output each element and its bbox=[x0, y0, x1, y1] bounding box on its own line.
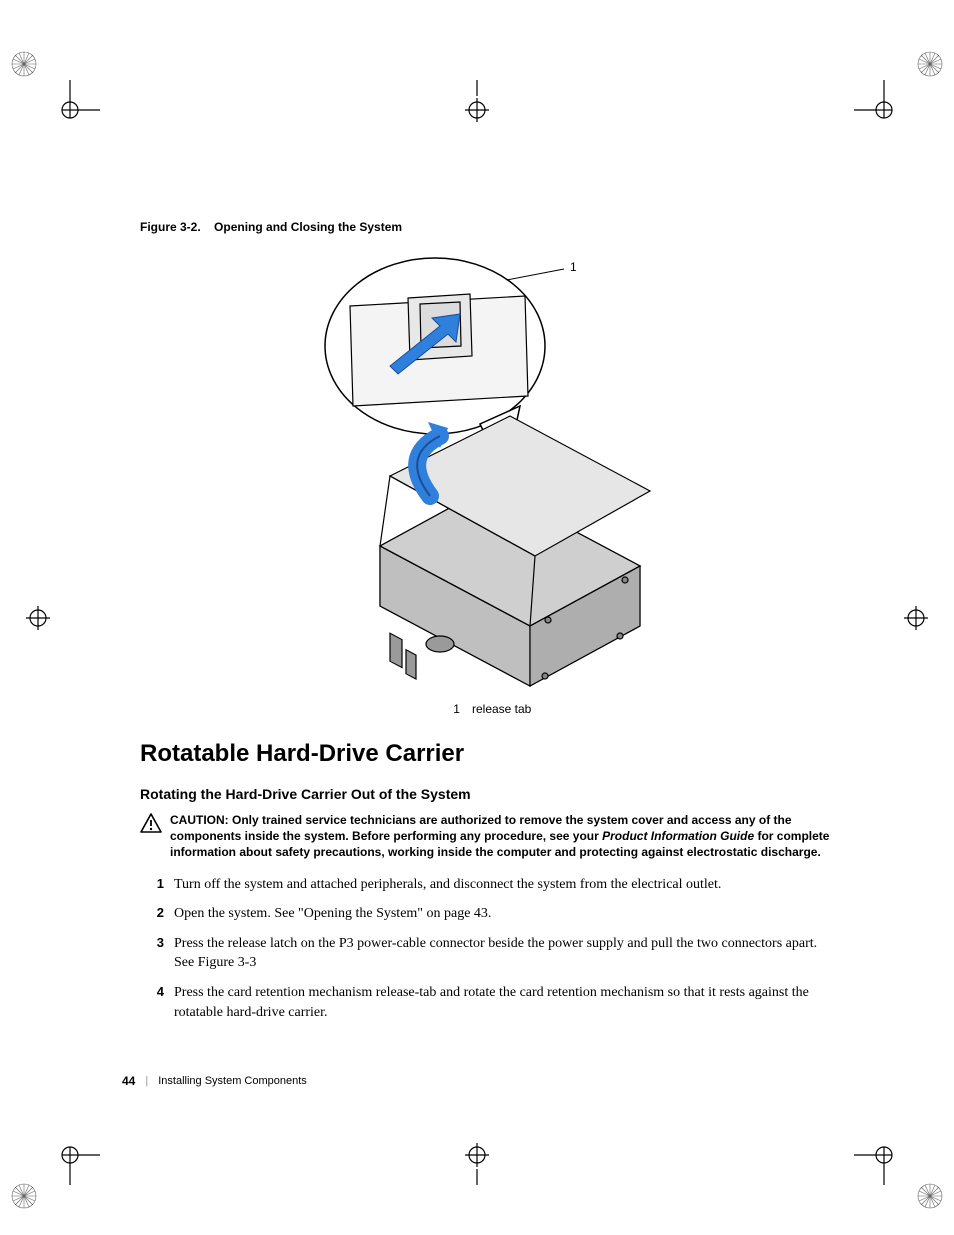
step-text: Press the card retention mechanism relea… bbox=[174, 985, 809, 1020]
subsection-heading: Rotating the Hard-Drive Carrier Out of t… bbox=[140, 786, 836, 802]
figure-caption: Figure 3-2. Opening and Closing the Syst… bbox=[140, 220, 836, 234]
step-item: 2 Open the system. See "Opening the Syst… bbox=[140, 904, 836, 924]
starburst-icon bbox=[10, 50, 38, 78]
section-heading: Rotatable Hard-Drive Carrier bbox=[140, 740, 836, 768]
page-content: Figure 3-2. Opening and Closing the Syst… bbox=[140, 220, 836, 1032]
legend-text: release tab bbox=[472, 702, 531, 716]
caution-text: CAUTION: Only trained service technician… bbox=[170, 812, 836, 861]
step-item: 1 Turn off the system and attached perip… bbox=[140, 875, 836, 895]
starburst-icon bbox=[916, 1182, 944, 1210]
crop-mark-icon bbox=[8, 588, 68, 648]
step-item: 4 Press the card retention mechanism rel… bbox=[140, 983, 836, 1022]
step-number: 3 bbox=[140, 934, 164, 952]
crop-mark-icon bbox=[40, 1125, 100, 1185]
product-information-guide: Product Information Guide bbox=[602, 829, 754, 843]
page-number: 44 bbox=[122, 1074, 135, 1088]
starburst-icon bbox=[10, 1182, 38, 1210]
step-item: 3 Press the release latch on the P3 powe… bbox=[140, 934, 836, 973]
crop-mark-icon bbox=[447, 80, 507, 140]
footer-separator: | bbox=[145, 1075, 148, 1087]
crop-mark-icon bbox=[854, 80, 914, 140]
crop-mark-icon bbox=[854, 1125, 914, 1185]
caution-triangle-icon bbox=[140, 812, 170, 838]
figure-title: Opening and Closing the System bbox=[214, 220, 402, 234]
page-footer: 44 | Installing System Components bbox=[122, 1074, 307, 1088]
system-opening-illustration bbox=[320, 246, 660, 696]
figure-legend: 1 release tab bbox=[140, 702, 836, 716]
step-text: Turn off the system and attached periphe… bbox=[174, 877, 721, 892]
crop-mark-icon bbox=[886, 588, 946, 648]
figure-illustration: 1 bbox=[140, 246, 836, 696]
step-number: 4 bbox=[140, 983, 164, 1001]
starburst-icon bbox=[916, 50, 944, 78]
step-number: 2 bbox=[140, 904, 164, 922]
caution-block: CAUTION: Only trained service technician… bbox=[140, 812, 836, 861]
legend-number: 1 bbox=[445, 702, 469, 716]
step-text: Press the release latch on the P3 power-… bbox=[174, 936, 817, 971]
step-text: Open the system. See "Opening the System… bbox=[174, 906, 491, 921]
crop-mark-icon bbox=[447, 1125, 507, 1185]
procedure-steps: 1 Turn off the system and attached perip… bbox=[140, 875, 836, 1023]
figure-number: Figure 3-2. bbox=[140, 220, 201, 234]
crop-mark-icon bbox=[40, 80, 100, 140]
step-number: 1 bbox=[140, 875, 164, 893]
caution-label: CAUTION: bbox=[170, 813, 229, 827]
chapter-title: Installing System Components bbox=[158, 1075, 307, 1087]
